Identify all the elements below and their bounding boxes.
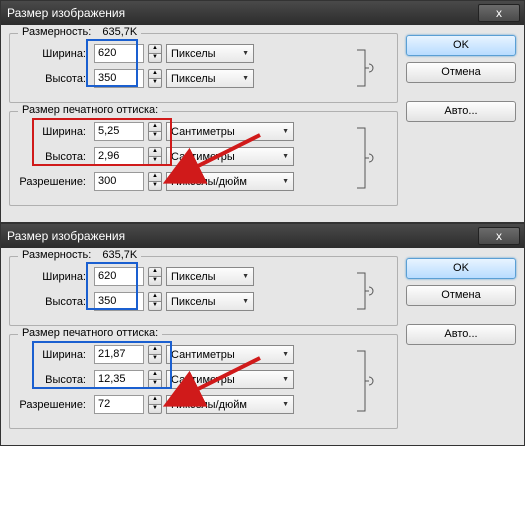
ok-button[interactable]: OK: [406, 258, 516, 279]
height-unit-select[interactable]: Пикселы: [166, 292, 254, 311]
image-size-dialog: Размер изображения x Размерность: 635,7K…: [0, 0, 525, 223]
resolution-input[interactable]: 300: [94, 172, 144, 191]
width-label: Ширина:: [18, 271, 90, 283]
image-size-dialog: Размер изображения x Размерность: 635,7K…: [0, 223, 525, 446]
dimensions-legend: Размерность:: [22, 249, 91, 261]
spin-up-icon[interactable]: ▲: [148, 345, 162, 354]
width-unit-select[interactable]: Пикселы: [166, 267, 254, 286]
spin-down-icon[interactable]: ▼: [148, 276, 162, 286]
width-spinner[interactable]: ▲▼: [148, 267, 162, 286]
print-height-spinner[interactable]: ▲▼: [148, 147, 162, 166]
height-label: Высота:: [18, 73, 90, 85]
print-height-unit-select[interactable]: Сантиметры: [166, 147, 294, 166]
dimensions-group: Размерность: 635,7K Ширина: 620 ▲▼ Пиксе…: [9, 33, 398, 103]
spin-up-icon[interactable]: ▲: [148, 292, 162, 301]
spin-down-icon[interactable]: ▼: [148, 379, 162, 389]
height-label: Высота:: [18, 296, 90, 308]
titlebar: Размер изображения x: [1, 224, 524, 248]
print-height-label: Высота:: [18, 374, 90, 386]
link-icon[interactable]: [355, 347, 379, 415]
resolution-unit-select[interactable]: Пикселы/дюйм: [166, 172, 294, 191]
print-width-input[interactable]: 21,87: [94, 345, 144, 364]
spin-up-icon[interactable]: ▲: [148, 44, 162, 53]
cancel-button[interactable]: Отмена: [406, 62, 516, 83]
print-width-spinner[interactable]: ▲▼: [148, 345, 162, 364]
width-spinner[interactable]: ▲▼: [148, 44, 162, 63]
dimensions-group: Размерность: 635,7K Ширина: 620 ▲▼ Пиксе…: [9, 256, 398, 326]
spin-down-icon[interactable]: ▼: [148, 131, 162, 141]
spin-down-icon[interactable]: ▼: [148, 354, 162, 364]
print-size-group: Размер печатного оттиска: Ширина: 5,25 ▲…: [9, 111, 398, 206]
print-width-unit-select[interactable]: Сантиметры: [166, 122, 294, 141]
print-width-label: Ширина:: [18, 349, 90, 361]
print-width-input[interactable]: 5,25: [94, 122, 144, 141]
window-title: Размер изображения: [7, 229, 518, 243]
spin-up-icon[interactable]: ▲: [148, 370, 162, 379]
print-width-label: Ширина:: [18, 126, 90, 138]
width-label: Ширина:: [18, 48, 90, 60]
resolution-label: Разрешение:: [18, 176, 90, 188]
spin-down-icon[interactable]: ▼: [148, 78, 162, 88]
height-input[interactable]: 350: [94, 292, 144, 311]
spin-down-icon[interactable]: ▼: [148, 404, 162, 414]
print-height-input[interactable]: 2,96: [94, 147, 144, 166]
dimensions-value: 635,7K: [94, 249, 137, 261]
spin-up-icon[interactable]: ▲: [148, 122, 162, 131]
auto-button[interactable]: Авто...: [406, 101, 516, 122]
height-spinner[interactable]: ▲▼: [148, 292, 162, 311]
height-input[interactable]: 350: [94, 69, 144, 88]
spin-up-icon[interactable]: ▲: [148, 267, 162, 276]
spin-up-icon[interactable]: ▲: [148, 395, 162, 404]
print-height-unit-select[interactable]: Сантиметры: [166, 370, 294, 389]
ok-button[interactable]: OK: [406, 35, 516, 56]
close-button[interactable]: x: [478, 227, 520, 245]
cancel-button[interactable]: Отмена: [406, 285, 516, 306]
link-icon[interactable]: [355, 46, 379, 90]
spin-up-icon[interactable]: ▲: [148, 172, 162, 181]
height-spinner[interactable]: ▲▼: [148, 69, 162, 88]
resolution-label: Разрешение:: [18, 399, 90, 411]
print-legend: Размер печатного оттиска:: [18, 104, 162, 116]
width-unit-select[interactable]: Пикселы: [166, 44, 254, 63]
resolution-spinner[interactable]: ▲▼: [148, 395, 162, 414]
spin-up-icon[interactable]: ▲: [148, 69, 162, 78]
window-title: Размер изображения: [7, 6, 518, 20]
print-width-spinner[interactable]: ▲▼: [148, 122, 162, 141]
print-size-group: Размер печатного оттиска: Ширина: 21,87 …: [9, 334, 398, 429]
titlebar: Размер изображения x: [1, 1, 524, 25]
spin-down-icon[interactable]: ▼: [148, 181, 162, 191]
link-icon[interactable]: [355, 269, 379, 313]
dimensions-value: 635,7K: [94, 26, 137, 38]
link-icon[interactable]: [355, 124, 379, 192]
dimensions-legend: Размерность:: [22, 26, 91, 38]
spin-down-icon[interactable]: ▼: [148, 53, 162, 63]
resolution-unit-select[interactable]: Пикселы/дюйм: [166, 395, 294, 414]
print-legend: Размер печатного оттиска:: [18, 327, 162, 339]
width-input[interactable]: 620: [94, 44, 144, 63]
auto-button[interactable]: Авто...: [406, 324, 516, 345]
print-width-unit-select[interactable]: Сантиметры: [166, 345, 294, 364]
print-height-input[interactable]: 12,35: [94, 370, 144, 389]
resolution-input[interactable]: 72: [94, 395, 144, 414]
spin-down-icon[interactable]: ▼: [148, 156, 162, 166]
height-unit-select[interactable]: Пикселы: [166, 69, 254, 88]
close-button[interactable]: x: [478, 4, 520, 22]
resolution-spinner[interactable]: ▲▼: [148, 172, 162, 191]
print-height-spinner[interactable]: ▲▼: [148, 370, 162, 389]
spin-down-icon[interactable]: ▼: [148, 301, 162, 311]
spin-up-icon[interactable]: ▲: [148, 147, 162, 156]
width-input[interactable]: 620: [94, 267, 144, 286]
print-height-label: Высота:: [18, 151, 90, 163]
